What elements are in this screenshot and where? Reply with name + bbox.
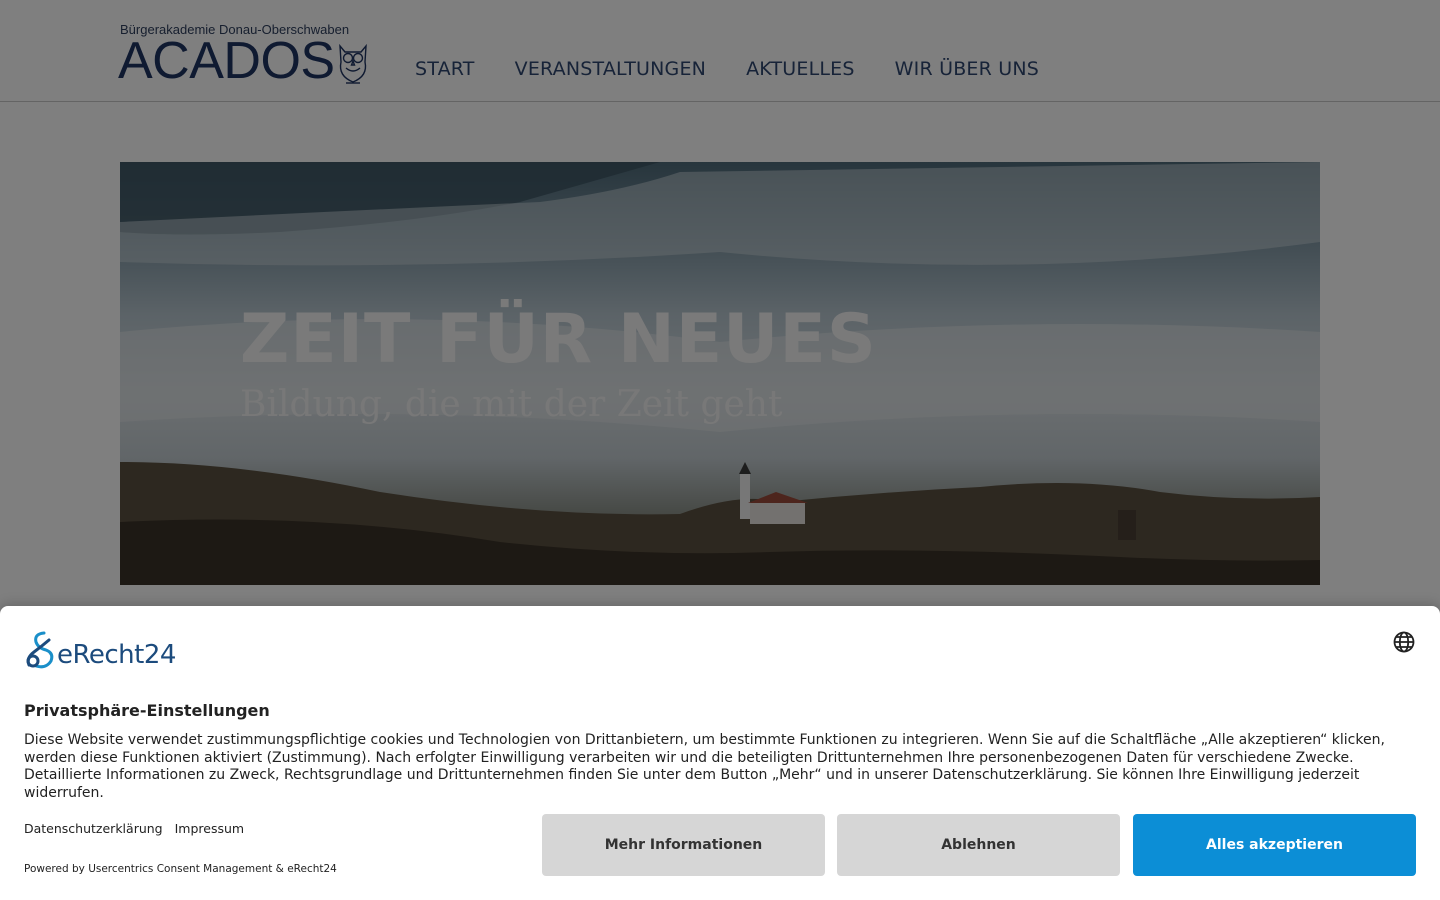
consent-banner: eRecht24 Privatsphäre-Einstellungen Dies…	[0, 606, 1440, 900]
consent-description: Diese Website verwendet zustimmungspflic…	[24, 732, 1385, 801]
decline-button[interactable]: Ablehnen	[837, 814, 1120, 876]
erecht24-wordmark: eRecht24	[57, 640, 176, 670]
powered-by-text: Powered by Usercentrics Consent Manageme…	[24, 863, 337, 875]
accept-all-button[interactable]: Alles akzeptieren	[1133, 814, 1416, 876]
imprint-link[interactable]: Impressum	[175, 821, 244, 836]
globe-icon[interactable]	[1392, 630, 1416, 654]
consent-title: Privatsphäre-Einstellungen	[24, 701, 270, 720]
erecht24-mark-icon	[26, 631, 54, 669]
more-information-button[interactable]: Mehr Informationen	[542, 814, 825, 876]
consent-links: Datenschutzerklärung Impressum	[24, 821, 244, 836]
privacy-policy-link[interactable]: Datenschutzerklärung	[24, 821, 163, 836]
erecht24-logo: eRecht24	[24, 630, 194, 670]
